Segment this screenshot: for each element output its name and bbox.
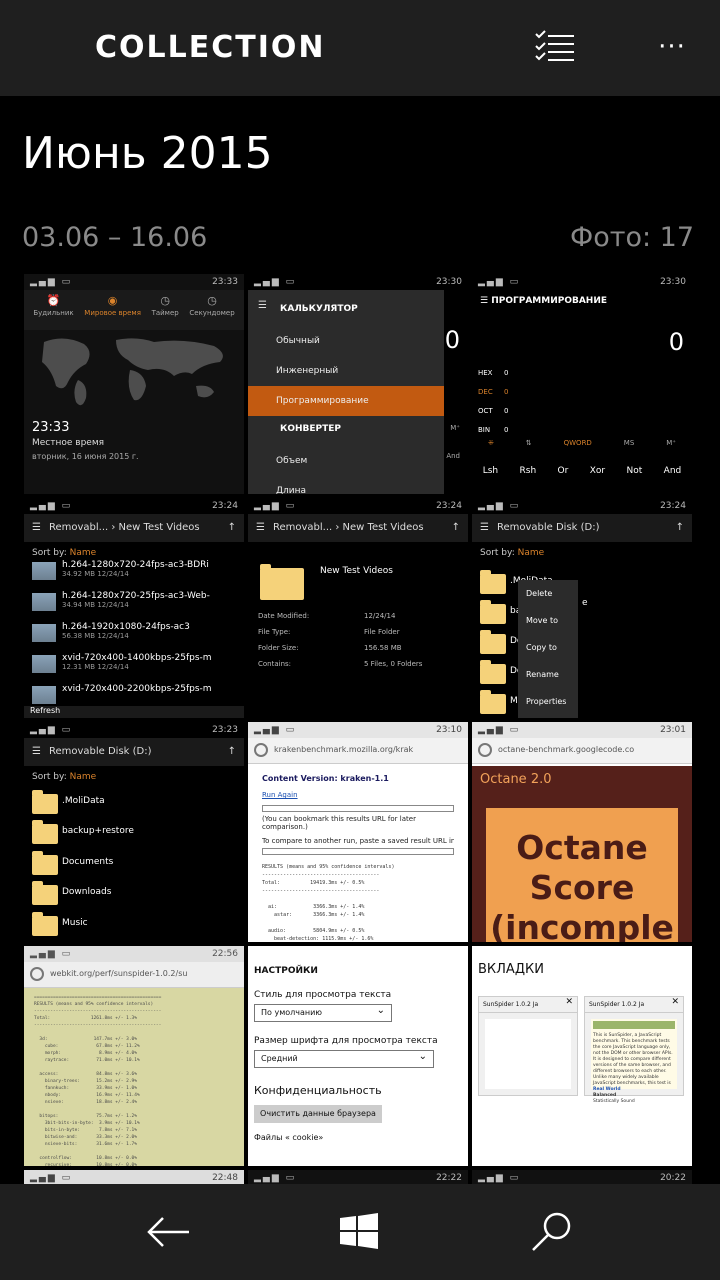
up-arrow-icon: ↑ (227, 522, 236, 533)
windows-start-icon[interactable] (334, 1210, 384, 1254)
folder-icon (260, 564, 304, 600)
photo-tile-partial[interactable]: ▂▄▆ ▭ 22:22 (248, 1170, 468, 1184)
group-month-heading[interactable]: Июнь 2015 (22, 128, 273, 179)
photo-tile-programmer-calculator[interactable]: ▂▄▆ ▭ 23:30 ☰ ПРОГРАММИРОВАНИЕ 0 HEX 0 DEC… (472, 274, 692, 494)
photo-tile-folder-details[interactable]: ▂▄▆ ▭ 23:24 ☰ Removabl... › New Test Video… (248, 498, 468, 718)
page-title: COLLECTION (95, 30, 326, 65)
photo-tile-calculator-menu[interactable]: ▂▄▆ ▭ 23:30 0 M⁺ And ☰ КАЛЬКУЛЯТОР Обычны… (248, 274, 468, 494)
group-date-range: 03.06 – 16.06 (22, 222, 208, 253)
back-arrow-icon[interactable] (143, 1210, 193, 1254)
photo-grid: ▂▄▆ ▭ 23:33 ⏰ Будильник ◉ Мировое время ◷ Та… (24, 274, 696, 1184)
photo-tile-video-list[interactable]: ▂▄▆ ▭ 23:24 ☰ Removabl... › New Test Video… (24, 498, 244, 718)
app-bar: COLLECTION ··· (0, 0, 720, 96)
status-bar: ▂▄▆ ▭ 23:33 (30, 277, 238, 287)
photo-tile-world-clock[interactable]: ▂▄▆ ▭ 23:33 ⏰ Будильник ◉ Мировое время ◷ Та… (24, 274, 244, 494)
calculator-nav-menu: ☰ КАЛЬКУЛЯТОР Обычный Инженерный Програм… (248, 290, 444, 494)
world-map-image (24, 330, 244, 416)
close-icon: ✕ (671, 997, 679, 1007)
context-menu: Delete Move to Copy to Rename Properties (518, 580, 578, 718)
system-nav-bar (0, 1184, 720, 1280)
photo-tile-removable-disk[interactable]: ▂▄▆ ▭ 23:23 ☰ Removable Disk (D:) ↑ Sort by… (24, 722, 244, 942)
hamburger-icon: ☰ (32, 522, 41, 533)
photo-tile-partial[interactable]: ▂▄▆ ▭ 22:48 (24, 1170, 244, 1184)
photo-tile-browser-settings[interactable]: НАСТРОЙКИ Стиль для просмотра текста По … (248, 946, 468, 1166)
photo-tile-sunspider-results[interactable]: ▂▄▆ ▭ 22:56 webkit.org/perf/sunspider-1.0… (24, 946, 244, 1166)
photo-tile-kraken-benchmark[interactable]: ▂▄▆ ▭ 23:10 krakenbenchmark.mozilla.org/k… (248, 722, 468, 942)
hamburger-icon: ☰ (480, 296, 492, 306)
close-icon: ✕ (565, 997, 573, 1007)
search-icon[interactable] (527, 1210, 577, 1254)
clock-tabs: ⏰ Будильник ◉ Мировое время ◷ Таймер ◷ Секун… (24, 290, 244, 330)
photo-tile-partial[interactable]: ▂▄▆ ▭ 20:22 (472, 1170, 692, 1184)
group-photo-count: Фото: 17 (569, 222, 694, 253)
more-options-button[interactable]: ··· (652, 26, 692, 68)
refresh-icon (254, 743, 268, 757)
photo-tile-context-menu[interactable]: ▂▄▆ ▭ 23:24 ☰ Removable Disk (D:) ↑ Sort by… (472, 498, 692, 718)
select-list-icon[interactable] (530, 26, 580, 68)
hamburger-icon: ☰ (258, 300, 267, 311)
photo-tile-browser-tabs[interactable]: ВКЛАДКИ SunSpider 1.0.2 Ja ✕ SunSpider 1.… (472, 946, 692, 1166)
photo-tile-octane-benchmark[interactable]: ▂▄▆ ▭ 23:01 octane-benchmark.googlecode.c… (472, 722, 692, 942)
